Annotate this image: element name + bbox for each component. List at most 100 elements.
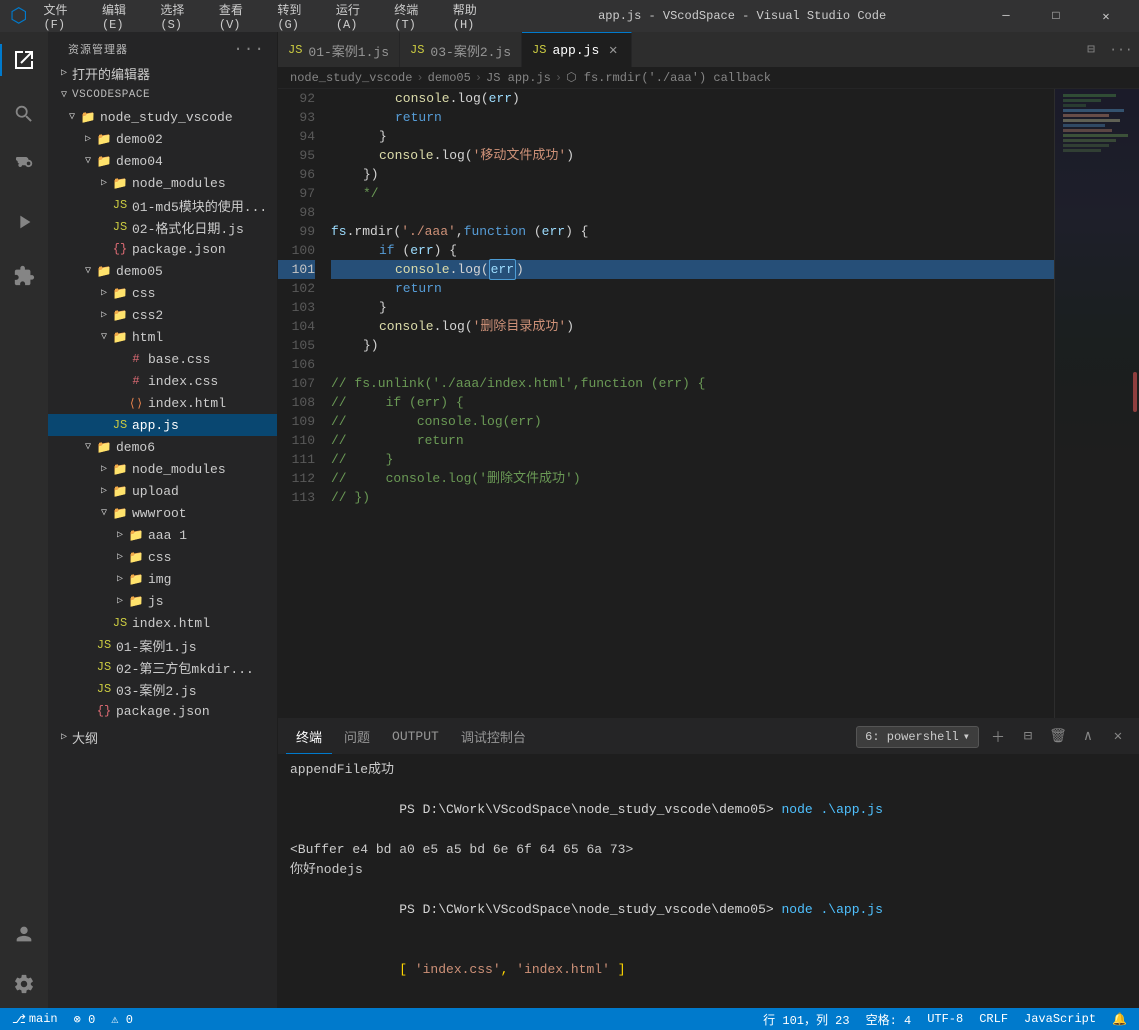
panel-tab-terminal[interactable]: 终端 — [286, 719, 332, 754]
sidebar-item-img[interactable]: ▷ 📁 img — [48, 568, 277, 590]
encoding-item[interactable]: UTF-8 — [923, 1008, 967, 1030]
bc-part-3[interactable]: JS app.js — [486, 71, 551, 85]
menu-terminal[interactable]: 终端(T) — [386, 0, 442, 34]
tab-case2[interactable]: JS 03-案例2.js — [400, 32, 522, 67]
sidebar-item-html-folder[interactable]: ▽ 📁 html — [48, 326, 277, 348]
panel-tab-problems[interactable]: 问题 — [334, 719, 380, 754]
source-control-icon[interactable] — [0, 144, 48, 192]
demo05-arrow: ▽ — [80, 265, 96, 277]
shell-selector[interactable]: 6: powershell ▾ — [856, 726, 979, 748]
errors-label: ⊗ 0 — [74, 1012, 96, 1027]
sidebar-item-js-folder[interactable]: ▷ 📁 js — [48, 590, 277, 612]
menu-file[interactable]: 文件(F) — [35, 0, 91, 34]
folder-icon: 📁 — [96, 132, 112, 147]
sidebar-item-wwwroot[interactable]: ▽ 📁 wwwroot — [48, 502, 277, 524]
sidebar-item-node-modules-2[interactable]: ▷ 📁 node_modules — [48, 458, 277, 480]
terminal-content[interactable]: appendFile成功 PS D:\CWork\VScodSpace\node… — [278, 754, 1139, 1008]
spaces-item[interactable]: 空格: 4 — [862, 1008, 916, 1030]
sidebar-item-node-modules-1[interactable]: ▷ 📁 node_modules — [48, 172, 277, 194]
menu-goto[interactable]: 转到(G) — [269, 0, 325, 34]
sidebar-item-css-wwwroot[interactable]: ▷ 📁 css — [48, 546, 277, 568]
ih2-label: index.html — [132, 616, 210, 631]
errors-item[interactable]: ⊗ 0 — [70, 1008, 100, 1030]
panel-tab-output[interactable]: OUTPUT — [382, 719, 449, 754]
sidebar-menu-button[interactable]: ··· — [233, 40, 265, 58]
sidebar-item-case2[interactable]: ▷ JS 03-案例2.js — [48, 678, 277, 700]
more-actions-button[interactable]: ··· — [1107, 36, 1135, 64]
search-icon[interactable] — [0, 90, 48, 138]
line-numbers: 9293949596 979899100 101 102103104105 10… — [278, 89, 323, 718]
git-branch-item[interactable]: ⎇ main — [8, 1008, 62, 1030]
sidebar-item-third[interactable]: ▷ JS 02-第三方包mkdir... — [48, 656, 277, 678]
split-editor-button[interactable]: ⊟ — [1077, 36, 1105, 64]
sidebar-item-aaa[interactable]: ▷ 📁 aaa 1 — [48, 524, 277, 546]
open-editors-section[interactable]: ▷ 打开的编辑器 — [48, 62, 277, 84]
cursor-position-item[interactable]: 行 101，列 23 — [759, 1008, 853, 1030]
sidebar-item-index-css[interactable]: ▷ # index.css — [48, 370, 277, 392]
language-label: JavaScript — [1024, 1012, 1096, 1026]
language-item[interactable]: JavaScript — [1020, 1008, 1100, 1030]
minimize-button[interactable]: ─ — [983, 0, 1029, 32]
upload-label: upload — [132, 484, 179, 499]
sidebar-item-css2[interactable]: ▷ 📁 css2 — [48, 304, 277, 326]
code-editor[interactable]: 9293949596 979899100 101 102103104105 10… — [278, 89, 1139, 718]
tab-case1[interactable]: JS 01-案例1.js — [278, 32, 400, 67]
bc-part-2[interactable]: demo05 — [428, 71, 471, 85]
add-terminal-button[interactable]: ＋ — [985, 724, 1011, 750]
menu-run[interactable]: 运行(A) — [328, 0, 384, 34]
settings-icon[interactable] — [0, 960, 48, 1008]
sidebar-item-css[interactable]: ▷ 📁 css — [48, 282, 277, 304]
sidebar-item-demo04[interactable]: ▽ 📁 demo04 — [48, 150, 277, 172]
close-panel-button[interactable]: ✕ — [1105, 724, 1131, 750]
split-terminal-button[interactable]: ⊟ — [1015, 724, 1041, 750]
sidebar-item-base-css[interactable]: ▷ # base.css — [48, 348, 277, 370]
outline-section[interactable]: ▷ 大纲 — [48, 726, 277, 748]
c1-label: 01-案例1.js — [116, 636, 197, 655]
sidebar-item-case1[interactable]: ▷ JS 01-案例1.js — [48, 634, 277, 656]
extensions-icon[interactable] — [0, 252, 48, 300]
nm2-arrow: ▷ — [96, 463, 112, 475]
maximize-panel-button[interactable]: ∧ — [1075, 724, 1101, 750]
kill-terminal-button[interactable]: 🗑 — [1045, 724, 1071, 750]
bc-part-4[interactable]: ⬡ fs.rmdir('./aaa') callback — [566, 70, 771, 85]
close-button[interactable]: ✕ — [1083, 0, 1129, 32]
account-icon[interactable] — [0, 910, 48, 958]
term-prompt: PS D:\CWork\VScodSpace\node_study_vscode… — [399, 802, 773, 817]
sidebar-item-app-js[interactable]: ▷ JS app.js — [48, 414, 277, 436]
tab-case1-label: 01-案例1.js — [308, 41, 389, 60]
run-icon[interactable] — [0, 198, 48, 246]
code-content[interactable]: console.log(err) return } console.log('移… — [323, 89, 1054, 718]
js-icon: JS — [96, 682, 112, 696]
bc-part-1[interactable]: node_study_vscode — [290, 71, 412, 85]
tab-appjs[interactable]: JS app.js ✕ — [522, 32, 632, 67]
warnings-item[interactable]: ⚠ 0 — [107, 1008, 137, 1030]
sidebar-item-demo6[interactable]: ▽ 📁 demo6 — [48, 436, 277, 458]
code-line-104: console.log('删除目录成功') — [331, 317, 1054, 336]
sidebar-item-node-study[interactable]: ▽ 📁 node_study_vscode — [48, 106, 277, 128]
line-ending-item[interactable]: CRLF — [975, 1008, 1012, 1030]
bc-sep-2: › — [475, 71, 482, 85]
sidebar-item-pkg-1[interactable]: ▷ {} package.json — [48, 238, 277, 260]
sidebar-item-demo05[interactable]: ▽ 📁 demo05 — [48, 260, 277, 282]
tab-close-button[interactable]: ✕ — [605, 42, 621, 58]
minimap — [1054, 89, 1139, 718]
menu-edit[interactable]: 编辑(E) — [94, 0, 150, 34]
term-cmd-2: node .\app.js — [774, 902, 883, 917]
term-line-6: [ 'index.css', 'index.html' ] — [290, 940, 1127, 1000]
menu-view[interactable]: 查看(V) — [211, 0, 267, 34]
sidebar-item-demo02[interactable]: ▷ 📁 demo02 — [48, 128, 277, 150]
sidebar-item-format[interactable]: ▷ JS 02-格式化日期.js — [48, 216, 277, 238]
sidebar-item-upload[interactable]: ▷ 📁 upload — [48, 480, 277, 502]
sidebar-item-index-html-2[interactable]: ▷ JS index.html — [48, 612, 277, 634]
maximize-button[interactable]: □ — [1033, 0, 1079, 32]
menu-selection[interactable]: 选择(S) — [152, 0, 208, 34]
explorer-icon[interactable] — [0, 36, 48, 84]
panel-tab-debug[interactable]: 调试控制台 — [451, 719, 536, 754]
notifications-item[interactable]: 🔔 — [1108, 1008, 1131, 1030]
sidebar-item-index-html[interactable]: ▷ ⟨⟩ index.html — [48, 392, 277, 414]
sidebar-item-pkg-2[interactable]: ▷ {} package.json — [48, 700, 277, 722]
open-editors-arrow: ▷ — [56, 67, 72, 79]
menu-help[interactable]: 帮助(H) — [445, 0, 501, 34]
sidebar-item-md5[interactable]: ▷ JS 01-md5模块的使用... — [48, 194, 277, 216]
root-folder[interactable]: ▽ VSCODESPACE — [48, 84, 277, 106]
